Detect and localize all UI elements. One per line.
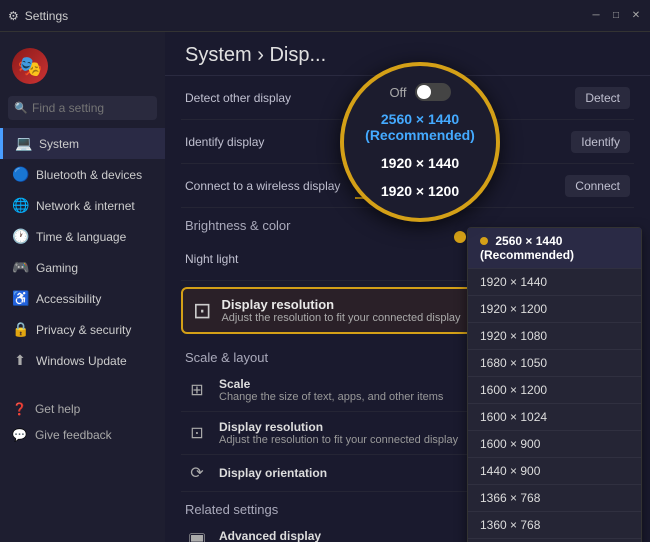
avatar-section: 🎭	[0, 40, 165, 92]
dropdown-item-0[interactable]: 2560 × 1440 (Recommended)	[468, 228, 641, 269]
maximize-button[interactable]: □	[610, 10, 622, 22]
dropdown-item-1[interactable]: 1920 × 1440	[468, 269, 641, 296]
identify-button[interactable]: Identify	[571, 131, 630, 153]
sidebar-item-system[interactable]: 💻 System	[0, 128, 165, 159]
sidebar-item-gaming[interactable]: 🎮 Gaming	[0, 252, 165, 283]
bluetooth-icon: 🔵	[12, 166, 28, 183]
breadcrumb: System › Disp...	[185, 44, 326, 66]
magnify-toggle[interactable]	[415, 83, 451, 101]
magnify-item-2: 1920 × 1200	[344, 177, 496, 205]
privacy-icon: 🔒	[12, 321, 28, 338]
search-input[interactable]	[8, 96, 157, 120]
scale-icon: ⊞	[185, 380, 209, 400]
window-title: ⚙ Settings	[8, 9, 68, 23]
dropdown-item-6[interactable]: 1600 × 1024	[468, 404, 641, 431]
highlighted-title: Display resolution	[221, 297, 460, 312]
system-icon: 💻	[15, 135, 31, 152]
close-button[interactable]: ✕	[630, 10, 642, 22]
magnify-item-0: 2560 × 1440 (Recommended)	[344, 105, 496, 149]
window-chrome: ⚙ Settings ─ □ ✕	[0, 0, 650, 32]
magnify-toggle-row: Off	[381, 79, 458, 105]
main-content: System › Disp... Detect other display De…	[165, 32, 650, 542]
sidebar-item-privacy[interactable]: 🔒 Privacy & security	[0, 314, 165, 345]
dropdown-item-7[interactable]: 1600 × 900	[468, 431, 641, 458]
magnify-circle: Off 2560 × 1440 (Recommended) 1920 × 144…	[340, 62, 500, 222]
resolution-dropdown[interactable]: 2560 × 1440 (Recommended) 1920 × 1440 19…	[467, 227, 642, 542]
give-feedback-link[interactable]: 💬 Give feedback	[0, 422, 165, 448]
gaming-icon: 🎮	[12, 259, 28, 276]
magnify-item-1: 1920 × 1440	[344, 149, 496, 177]
accessibility-icon: ♿	[12, 290, 28, 307]
sidebar-item-windows-update[interactable]: ⬆ Windows Update	[0, 345, 165, 376]
sidebar-item-network[interactable]: 🌐 Network & internet	[0, 190, 165, 221]
magnify-toggle-knob	[417, 85, 431, 99]
connect-button[interactable]: Connect	[565, 175, 630, 197]
display-res-icon: ⊡	[185, 423, 209, 443]
sidebar: 🎭 🔍 💻 System 🔵 Bluetooth & devices 🌐 Net…	[0, 32, 165, 542]
highlighted-subtitle: Adjust the resolution to fit your connec…	[221, 312, 460, 324]
dropdown-item-3[interactable]: 1920 × 1080	[468, 323, 641, 350]
sidebar-item-accessibility[interactable]: ♿ Accessibility	[0, 283, 165, 314]
dropdown-item-4[interactable]: 1680 × 1050	[468, 350, 641, 377]
dropdown-item-9[interactable]: 1366 × 768	[468, 485, 641, 512]
dropdown-item-8[interactable]: 1440 × 900	[468, 458, 641, 485]
network-icon: 🌐	[12, 197, 28, 214]
detect-button[interactable]: Detect	[575, 87, 630, 109]
sidebar-item-bluetooth[interactable]: 🔵 Bluetooth & devices	[0, 159, 165, 190]
selected-indicator	[480, 237, 488, 245]
window-controls[interactable]: ─ □ ✕	[590, 10, 642, 22]
feedback-icon: 💬	[12, 428, 27, 442]
dropdown-item-10[interactable]: 1360 × 768	[468, 512, 641, 539]
search-box[interactable]: 🔍	[8, 96, 157, 120]
sidebar-item-time[interactable]: 🕐 Time & language	[0, 221, 165, 252]
help-icon: ❓	[12, 402, 27, 416]
time-icon: 🕐	[12, 228, 28, 245]
avatar: 🎭	[12, 48, 48, 84]
arrow-dot	[453, 230, 467, 244]
orientation-icon: ⟳	[185, 463, 209, 483]
update-icon: ⬆	[12, 352, 28, 369]
dropdown-item-2[interactable]: 1920 × 1200	[468, 296, 641, 323]
get-help-link[interactable]: ❓ Get help	[0, 396, 165, 422]
resolution-icon: ⊡	[193, 298, 211, 324]
dropdown-item-5[interactable]: 1600 × 1200	[468, 377, 641, 404]
search-icon: 🔍	[14, 102, 28, 115]
minimize-button[interactable]: ─	[590, 10, 602, 22]
advanced-display-icon: 🖥	[185, 532, 209, 542]
